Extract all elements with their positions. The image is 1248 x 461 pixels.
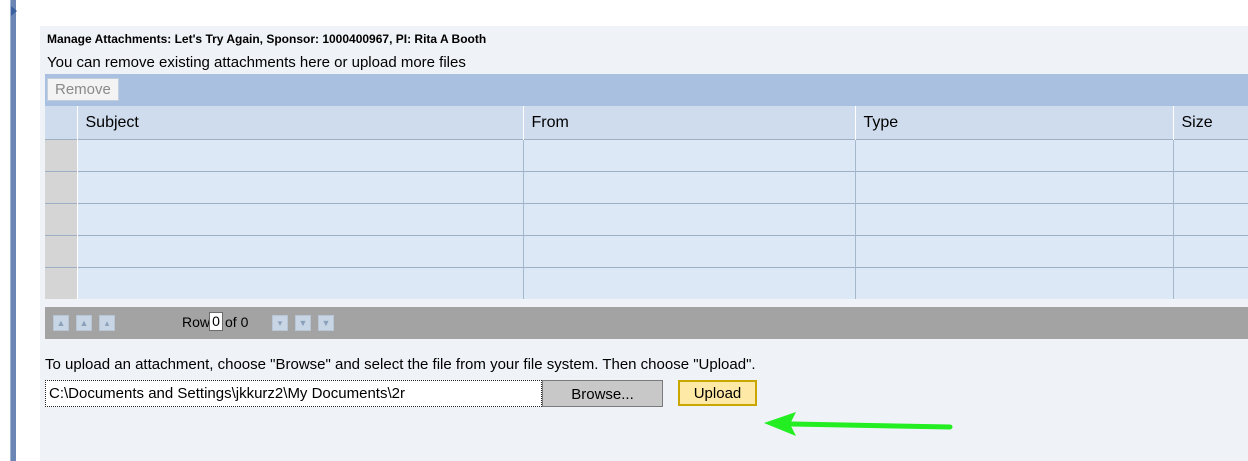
cell-size: [1173, 235, 1248, 268]
cell-size: [1173, 139, 1248, 172]
page-subtitle: You can remove existing attachments here…: [47, 54, 466, 71]
row-up-icon[interactable]: ▴: [99, 315, 115, 331]
cell-type: [855, 235, 1174, 268]
row-down-icon[interactable]: ▾: [272, 315, 288, 331]
cell-from: [523, 139, 856, 172]
upload-instructions: To upload an attachment, choose "Browse"…: [45, 356, 756, 373]
remove-button[interactable]: Remove: [47, 78, 119, 101]
cell-subject: [77, 203, 524, 236]
column-header-from[interactable]: From: [523, 106, 856, 140]
cell-size: [1173, 203, 1248, 236]
upload-button[interactable]: Upload: [678, 380, 757, 406]
cell-type: [855, 139, 1174, 172]
row-selector[interactable]: [45, 171, 78, 204]
table-row[interactable]: [45, 139, 1248, 172]
page-down-icon[interactable]: ▼: [295, 315, 311, 331]
expand-panel-icon[interactable]: [11, 6, 17, 16]
column-header-subject[interactable]: Subject: [77, 106, 524, 140]
first-page-icon[interactable]: ▲: [53, 315, 69, 331]
table-row[interactable]: [45, 267, 1248, 299]
page-title: Manage Attachments: Let's Try Again, Spo…: [47, 32, 487, 46]
cell-type: [855, 203, 1174, 236]
cell-from: [523, 235, 856, 268]
left-panel-strip[interactable]: [10, 0, 17, 461]
cell-subject: [77, 267, 524, 299]
manage-attachments-panel: Manage Attachments: Let's Try Again, Spo…: [40, 26, 1248, 461]
cell-from: [523, 171, 856, 204]
page-up-icon[interactable]: ▲: [76, 315, 92, 331]
row-label: Row: [182, 314, 211, 330]
cell-type: [855, 171, 1174, 204]
cell-subject: [77, 235, 524, 268]
cell-from: [523, 267, 856, 299]
row-selector[interactable]: [45, 139, 78, 172]
row-selector[interactable]: [45, 235, 78, 268]
row-number-input[interactable]: 0: [209, 312, 223, 331]
row-selector[interactable]: [45, 203, 78, 236]
table-header-row: Subject From Type Size: [45, 106, 1248, 140]
browse-button[interactable]: Browse...: [542, 380, 663, 407]
table-row[interactable]: [45, 171, 1248, 204]
cell-subject: [77, 171, 524, 204]
table-toolbar: Remove: [45, 74, 1248, 106]
file-path-input[interactable]: C:\Documents and Settings\jkkurz2\My Doc…: [45, 380, 542, 407]
table-pager: ▲ ▲ ▴ Row 0 of 0 ▾ ▼ ▼: [45, 307, 1248, 339]
cell-size: [1173, 171, 1248, 204]
arrow-left-icon: [764, 412, 953, 436]
table-row[interactable]: [45, 235, 1248, 268]
cell-size: [1173, 267, 1248, 299]
column-header-size[interactable]: Size: [1173, 106, 1248, 140]
last-page-icon[interactable]: ▼: [318, 315, 334, 331]
column-header-type[interactable]: Type: [855, 106, 1174, 140]
attachments-table: Subject From Type Size: [45, 106, 1248, 299]
row-selector[interactable]: [45, 267, 78, 299]
cell-from: [523, 203, 856, 236]
cell-subject: [77, 139, 524, 172]
select-all-cell[interactable]: [45, 106, 78, 140]
cell-type: [855, 267, 1174, 299]
row-count-label: of 0: [225, 314, 249, 330]
table-row[interactable]: [45, 203, 1248, 236]
